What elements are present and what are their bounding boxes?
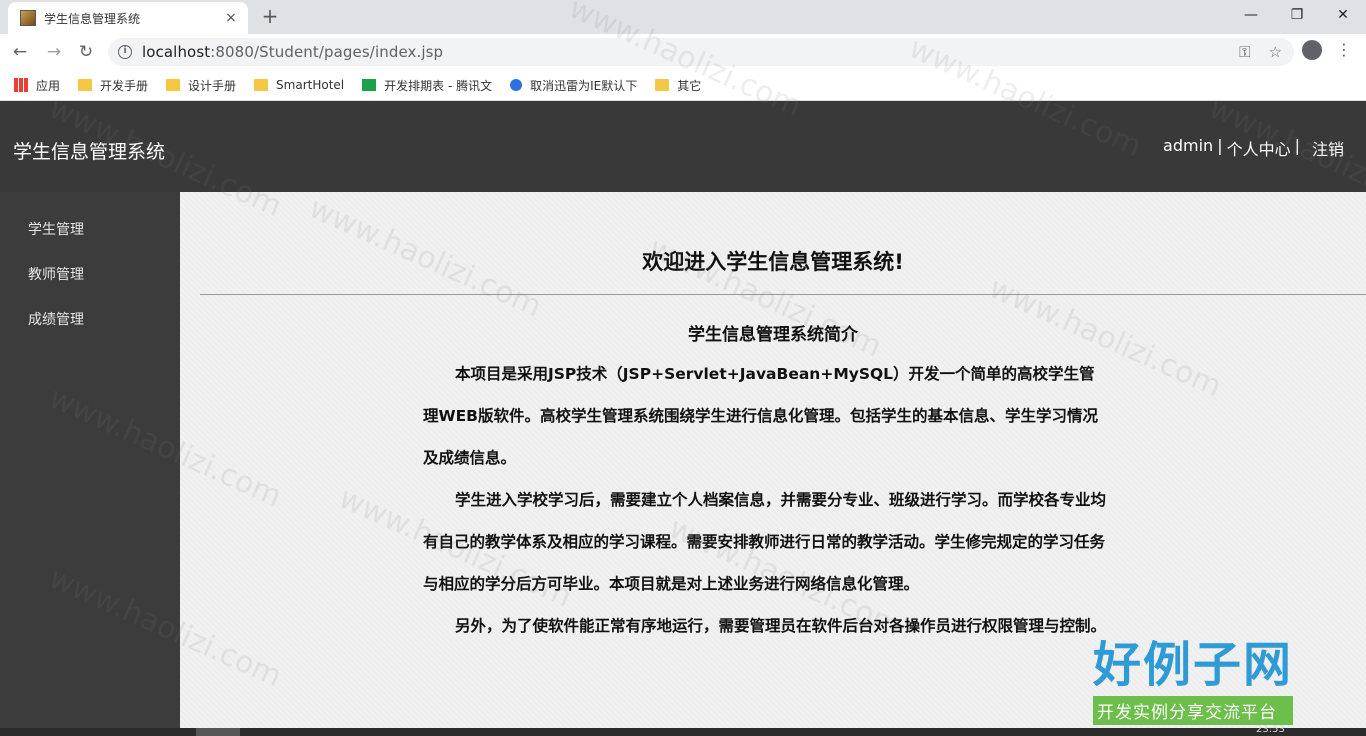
nav-separator: |	[1217, 136, 1223, 155]
folder-icon	[655, 79, 670, 91]
bookmark-label: 设计手册	[188, 78, 237, 93]
intro-title: 学生信息管理系统简介	[688, 325, 858, 345]
url-host: localhost	[142, 43, 211, 61]
key-icon[interactable]: ⚿	[1239, 43, 1250, 61]
folder-icon	[254, 79, 269, 91]
forward-arrow-icon[interactable]: →	[42, 40, 66, 64]
browser-menu-icon[interactable]: ⋮	[1336, 40, 1352, 60]
sidebar-item-student[interactable]: 学生管理	[28, 219, 84, 239]
bookmark-label: 应用	[36, 78, 61, 93]
url-text[interactable]: localhost:8080/Student/pages/index.jsp	[142, 43, 443, 61]
new-tab-button[interactable]: +	[258, 4, 282, 28]
bookmark-schedule[interactable]: 开发排期表 - 腾讯文	[362, 77, 492, 94]
bookmark-label: SmartHotel	[276, 78, 345, 92]
bookmark-smarthotel[interactable]: SmartHotel	[254, 78, 344, 92]
taskbar-button[interactable]	[196, 728, 240, 736]
favicon-icon	[20, 10, 36, 26]
intro-paragraph: 学生进入学校学习后，需要建立个人档案信息，并需要分专业、班级进行学习。而学校各专…	[423, 491, 1107, 593]
bookmark-label: 开发排期表 - 腾讯文	[384, 78, 493, 93]
bookmark-design-manual[interactable]: 设计手册	[166, 77, 236, 94]
bookmark-dev-manual[interactable]: 开发手册	[78, 77, 148, 94]
bookmark-label: 开发手册	[100, 78, 149, 93]
browser-toolbar: ← → ↻ i localhost:8080/Student/pages/ind…	[0, 34, 1366, 70]
url-path: :8080/Student/pages/index.jsp	[210, 43, 444, 61]
nav-separator: |	[1294, 136, 1300, 155]
spreadsheet-icon	[362, 79, 377, 91]
user-nav: admin | 个人中心 | 注销	[1163, 136, 1344, 160]
os-taskbar: 23:53	[0, 724, 1366, 736]
apps-grid-icon	[14, 78, 28, 92]
folder-icon	[166, 79, 181, 91]
star-icon[interactable]: ☆	[1269, 43, 1282, 61]
back-arrow-icon[interactable]: ←	[8, 40, 32, 64]
browser-tab[interactable]: 学生信息管理系统 ×	[8, 2, 248, 34]
brand-logo-text: 好例子网	[1093, 637, 1294, 693]
address-bar[interactable]: i localhost:8080/Student/pages/index.jsp…	[108, 38, 1294, 66]
info-icon[interactable]: i	[118, 45, 132, 59]
welcome-heading: 欢迎进入学生信息管理系统!	[642, 250, 904, 274]
sidebar-item-grades[interactable]: 成绩管理	[28, 309, 84, 329]
brand-watermark: 好例子网 开发实例分享交流平台	[1093, 636, 1294, 725]
minimize-button[interactable]: —	[1228, 0, 1274, 30]
intro-paragraph: 本项目是采用JSP技术（JSP+Servlet+JavaBean+MySQL）开…	[423, 365, 1099, 467]
app-title: 学生信息管理系统	[13, 141, 166, 163]
close-window-button[interactable]: ✕	[1320, 0, 1366, 30]
profile-link[interactable]: 个人中心	[1227, 136, 1291, 160]
username: admin	[1163, 136, 1214, 155]
logout-link[interactable]: 注销	[1312, 136, 1344, 160]
intro-paragraph: 另外，为了使软件能正常有序地运行，需要管理员在软件后台对各操作员进行权限管理与控…	[455, 617, 1107, 635]
close-tab-icon[interactable]: ×	[222, 10, 240, 26]
app-header: 学生信息管理系统 admin | 个人中心 | 注销	[0, 101, 1366, 192]
brand-slogan: 开发实例分享交流平台	[1093, 696, 1294, 725]
profile-avatar-icon[interactable]	[1302, 40, 1322, 60]
sidebar: 学生管理 教师管理 成绩管理	[0, 192, 180, 728]
bookmark-label: 其它	[677, 78, 702, 93]
bookmark-apps[interactable]: 应用	[14, 77, 60, 94]
bookmark-other[interactable]: 其它	[655, 77, 701, 94]
bookmark-label: 取消迅雷为IE默认下	[530, 78, 638, 93]
browser-tab-bar: 学生信息管理系统 × + — ❐ ✕	[0, 0, 1366, 34]
folder-icon	[78, 79, 93, 91]
divider	[200, 294, 1366, 295]
reload-icon[interactable]: ↻	[74, 40, 98, 64]
tab-title: 学生信息管理系统	[44, 11, 141, 26]
taskbar-clock: 23:53	[1256, 724, 1285, 735]
bookmarks-bar: 应用 开发手册 设计手册 SmartHotel 开发排期表 - 腾讯文 取消迅雷…	[0, 70, 1366, 101]
baidu-paw-icon	[510, 79, 523, 91]
maximize-button[interactable]: ❐	[1274, 0, 1320, 30]
sidebar-item-teacher[interactable]: 教师管理	[28, 264, 84, 284]
bookmark-thunder[interactable]: 取消迅雷为IE默认下	[510, 77, 637, 94]
